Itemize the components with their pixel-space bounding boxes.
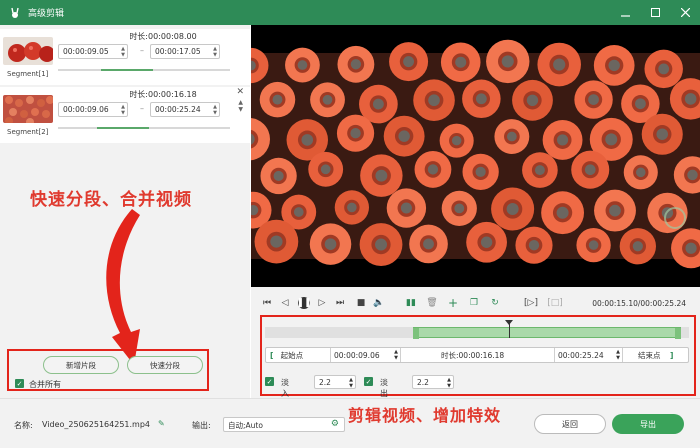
export-button[interactable]: 导出 (612, 414, 684, 434)
segment-thumbnail (3, 95, 53, 123)
spinner-icon[interactable]: ▲ ▼ (616, 349, 620, 361)
undo-icon[interactable]: ↻ (489, 297, 501, 309)
volume-icon[interactable]: 🔈 (373, 297, 385, 309)
output-label: 输出: (192, 421, 211, 430)
spinner-icon[interactable]: ▲ ▼ (349, 377, 353, 389)
maximize-icon[interactable] (648, 6, 662, 20)
step-back-icon[interactable]: ◁ (279, 297, 291, 309)
add-icon[interactable]: + (447, 296, 459, 310)
step-forward-icon[interactable]: ▷ (316, 297, 328, 309)
range-row: [ 起始点 00:00:09.06 ▲ ▼ 时长: 00:00:16.18 00:00… (265, 347, 689, 363)
segment-start-input[interactable]: 00:00:09.05 ▲ ▼ (58, 44, 128, 59)
close-icon[interactable] (678, 6, 692, 20)
segment-end-input[interactable]: 00:00:25.24 ▲ ▼ (150, 102, 220, 117)
segment-progress (58, 127, 230, 129)
timeline-track[interactable] (265, 320, 689, 339)
start-time-input[interactable]: 00:00:09.06 ▲ ▼ (334, 348, 398, 362)
merge-all-label: 合并所有 (29, 380, 61, 389)
segment-label: Segment[1] (7, 70, 49, 78)
stop-icon[interactable]: ■ (355, 297, 367, 309)
fade-in-label: 淡入 (281, 378, 289, 398)
name-label: 名称: (14, 421, 33, 430)
edit-name-icon[interactable]: ✎ (158, 419, 165, 428)
skip-start-icon[interactable]: ⏮ (261, 297, 273, 309)
segment-start-input[interactable]: 00:00:09.06 ▲ ▼ (58, 102, 128, 117)
title-bar: 高级剪辑 (0, 0, 700, 25)
segment-item[interactable]: Segment[2] 时长:00:00:16.18 00:00:09.06 ▲ ▼ … (0, 87, 250, 143)
timeline-selection[interactable] (413, 327, 681, 339)
spinner-icon[interactable]: ▲ ▼ (213, 46, 217, 58)
split-icon[interactable]: ▮▮ (405, 297, 417, 309)
minimize-icon[interactable] (618, 6, 632, 20)
pause-icon[interactable]: ❚❚ (296, 297, 312, 309)
spinner-icon[interactable]: ▲ ▼ (394, 349, 398, 361)
end-point-button[interactable]: 结束点 ] (638, 348, 686, 362)
add-segment-button[interactable]: 新增片段 (43, 356, 119, 374)
copy-icon[interactable]: ❐ (468, 297, 480, 309)
segment-progress (58, 69, 230, 71)
segment-duration: 时长:00:00:08.00 (129, 32, 197, 41)
reorder-arrows-icon[interactable]: ▲ ▼ (238, 99, 243, 113)
gear-icon[interactable]: ⚙ (331, 419, 339, 429)
file-name: Video_250625164251.mp4 (42, 420, 150, 429)
segment-label: Segment[2] (7, 128, 49, 136)
spinner-icon[interactable]: ▲ ▼ (213, 104, 217, 116)
fade-out-checkbox[interactable]: ✓ (364, 377, 373, 386)
segment-actions-box: 新增片段 快速分段 ✓ 合并所有 (7, 349, 209, 391)
fade-in-checkbox[interactable]: ✓ (265, 377, 274, 386)
video-preview[interactable] (251, 25, 700, 287)
fade-out-input[interactable]: 2.2 ▲ ▼ (412, 375, 454, 389)
range-dash: – (140, 46, 144, 55)
spinner-icon[interactable]: ▲ ▼ (121, 46, 125, 58)
end-time-input[interactable]: 00:00:25.24 ▲ ▼ (558, 348, 620, 362)
mark-out-icon[interactable]: [□] (547, 297, 563, 309)
output-value: 自动;Auto (228, 421, 263, 430)
close-icon[interactable]: ✕ (236, 87, 244, 97)
output-select[interactable]: 自动;Auto ⚙ (223, 417, 345, 432)
spinner-icon[interactable]: ▲ ▼ (121, 104, 125, 116)
watermark-icon (664, 207, 686, 229)
segment-end-input[interactable]: 00:00:17.05 ▲ ▼ (150, 44, 220, 59)
spinner-icon[interactable]: ▲ ▼ (447, 377, 451, 389)
fade-out-label: 淡出 (380, 378, 388, 398)
segment-item[interactable]: Segment[1] 时长:00:00:08.00 00:00:09.05 ▲ ▼ … (0, 29, 250, 85)
rabbit-icon (8, 6, 22, 20)
back-button[interactable]: 返回 (534, 414, 606, 434)
mark-in-icon[interactable]: [▷] (524, 297, 538, 309)
segment-duration: 时长:00:00:16.18 (129, 90, 197, 99)
playhead[interactable] (508, 321, 510, 338)
quick-split-button[interactable]: 快速分段 (127, 356, 203, 374)
delete-icon[interactable]: 🗑 (426, 297, 438, 309)
playback-time: 00:00:15.10/00:00:25.24 (592, 299, 686, 308)
start-point-button[interactable]: [ 起始点 (270, 348, 330, 362)
fade-in-input[interactable]: 2.2 ▲ ▼ (314, 375, 356, 389)
window-title: 高级剪辑 (28, 9, 65, 19)
merge-all-checkbox[interactable]: ✓ (15, 379, 24, 388)
segment-panel: Segment[1] 时长:00:00:08.00 00:00:09.05 ▲ ▼ … (0, 25, 250, 398)
range-dash: – (140, 104, 144, 113)
segment-thumbnail (3, 37, 53, 65)
range-duration: 时长: 00:00:16.18 (441, 350, 505, 360)
skip-end-icon[interactable]: ⏭ (334, 297, 346, 309)
annotation-right: 剪辑视频、增加特效 (348, 406, 502, 425)
selection-end-handle[interactable] (674, 328, 681, 339)
selection-start-handle[interactable] (413, 328, 420, 339)
